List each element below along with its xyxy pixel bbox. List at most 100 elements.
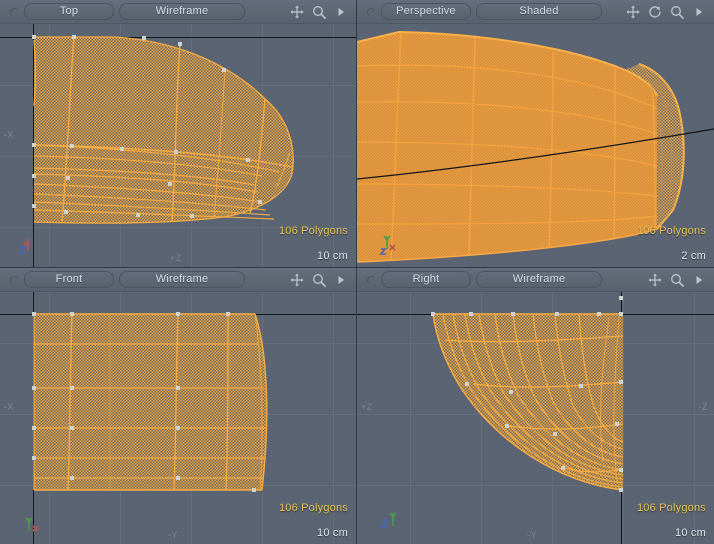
vertex-handle: [70, 312, 74, 316]
vertex-handle: [176, 386, 180, 390]
vertex-handle: [511, 312, 515, 316]
viewport-right[interactable]: Right Wireframe +Z -Z -Y 106 Polygons 10…: [357, 268, 714, 544]
vertex-handle: [246, 158, 250, 162]
viewport-front[interactable]: Front Wireframe -X -Y 106 Polygons 10 cm: [0, 268, 357, 544]
viewport-right-header: Right Wireframe: [357, 268, 714, 292]
vertex-handle: [555, 312, 559, 316]
viewport-menu-icon[interactable]: [365, 5, 378, 18]
viewport-front-icon-group: [290, 273, 352, 287]
viewport-front-canvas[interactable]: -X -Y 106 Polygons 10 cm: [0, 292, 356, 544]
magnify-icon[interactable]: [312, 5, 326, 19]
vertex-handle: [258, 200, 262, 204]
magnify-icon[interactable]: [670, 5, 684, 19]
axis-label-bottom: -Y: [527, 530, 537, 540]
vertex-handle: [431, 312, 435, 316]
axis-label-bottom: -Y: [168, 530, 178, 540]
chevron-right-icon[interactable]: [692, 5, 706, 19]
vertex-handle: [136, 213, 140, 217]
axis-gizmo-right: [377, 506, 405, 534]
viewport-top[interactable]: Top Wireframe -X +Z 106 Polygons 10 cm: [0, 0, 357, 268]
shading-selector-top[interactable]: Wireframe: [119, 3, 245, 20]
vertex-handle: [70, 426, 74, 430]
vertex-handle: [465, 382, 469, 386]
view-selector-perspective[interactable]: Perspective: [381, 3, 471, 20]
viewport-menu-icon[interactable]: [365, 273, 378, 286]
move-icon[interactable]: [290, 273, 304, 287]
vertex-handle: [32, 426, 36, 430]
vertex-handle: [32, 386, 36, 390]
axis-label-left: -X: [4, 402, 14, 412]
axis-gizmo-perspective: [375, 229, 403, 257]
vertex-handle: [32, 143, 36, 147]
polygon-count-front: 106 Polygons: [278, 502, 348, 514]
vertex-handle: [619, 296, 623, 300]
vertex-handle: [70, 476, 74, 480]
magnify-icon[interactable]: [312, 273, 326, 287]
vertex-handle: [32, 312, 36, 316]
vertex-handle: [64, 210, 68, 214]
viewport-right-icon-group: [648, 273, 710, 287]
chevron-right-icon[interactable]: [334, 5, 348, 19]
viewport-top-header: Top Wireframe: [0, 0, 356, 24]
viewport-menu-icon[interactable]: [8, 5, 21, 18]
vertex-handle: [226, 312, 230, 316]
scale-label-top: 10 cm: [317, 250, 348, 262]
vertex-handle: [142, 36, 146, 40]
vertex-handle: [176, 476, 180, 480]
vertex-handle: [252, 488, 256, 492]
scale-label-front: 10 cm: [317, 527, 348, 539]
viewport-top-canvas[interactable]: -X +Z 106 Polygons 10 cm: [0, 24, 356, 267]
axis-gizmo-top: [14, 231, 42, 259]
viewport-perspective-canvas[interactable]: 106 Polygons 2 cm: [357, 24, 714, 267]
viewport-grid: Top Wireframe -X +Z 106 Polygons 10 cm P…: [0, 0, 714, 544]
polygon-count-top: 106 Polygons: [278, 225, 348, 237]
viewport-menu-icon[interactable]: [8, 273, 21, 286]
vertex-handle: [190, 214, 194, 218]
polygon-count-right: 106 Polygons: [636, 502, 706, 514]
viewport-perspective[interactable]: Perspective Shaded 106 Polygons 2 cm: [357, 0, 714, 268]
axis-label-right: -Z: [698, 402, 708, 412]
vertex-handle: [619, 312, 623, 316]
vertex-handle: [66, 176, 70, 180]
vertex-handle: [561, 466, 565, 470]
vertex-handle: [469, 312, 473, 316]
move-icon[interactable]: [648, 273, 662, 287]
scale-label-perspective: 2 cm: [681, 250, 706, 262]
vertex-handle: [70, 386, 74, 390]
polygon-count-perspective: 106 Polygons: [636, 225, 706, 237]
rotate-icon[interactable]: [648, 5, 662, 19]
vertex-handle: [32, 456, 36, 460]
magnify-icon[interactable]: [670, 273, 684, 287]
vertex-handle: [72, 35, 76, 39]
vertex-handle: [176, 426, 180, 430]
move-icon[interactable]: [626, 5, 640, 19]
vertex-handle: [176, 312, 180, 316]
viewport-front-header: Front Wireframe: [0, 268, 356, 292]
vertex-handle: [505, 424, 509, 428]
vertex-handle: [32, 204, 36, 208]
axis-label-left: -X: [4, 130, 14, 140]
vertex-handle: [178, 42, 182, 46]
modeling-app-window: Top Wireframe -X +Z 106 Polygons 10 cm P…: [0, 0, 714, 544]
axis-label-bottom: +Z: [170, 253, 182, 263]
viewport-top-icon-group: [290, 5, 352, 19]
view-selector-top[interactable]: Top: [24, 3, 114, 20]
view-selector-right[interactable]: Right: [381, 271, 471, 288]
chevron-right-icon[interactable]: [334, 273, 348, 287]
shading-selector-right[interactable]: Wireframe: [476, 271, 602, 288]
vertex-handle: [619, 380, 623, 384]
viewport-right-canvas[interactable]: +Z -Z -Y 106 Polygons 10 cm: [357, 292, 714, 544]
chevron-right-icon[interactable]: [692, 273, 706, 287]
shading-selector-perspective[interactable]: Shaded: [476, 3, 602, 20]
axis-label-left: +Z: [361, 402, 373, 412]
vertex-handle: [553, 432, 557, 436]
shading-selector-front[interactable]: Wireframe: [119, 271, 245, 288]
viewport-perspective-header: Perspective Shaded: [357, 0, 714, 24]
vertex-handle: [579, 384, 583, 388]
move-icon[interactable]: [290, 5, 304, 19]
vertex-handle: [597, 312, 601, 316]
vertex-handle: [120, 147, 124, 151]
view-selector-front[interactable]: Front: [24, 271, 114, 288]
viewport-perspective-icon-group: [626, 5, 710, 19]
vertex-handle: [174, 150, 178, 154]
